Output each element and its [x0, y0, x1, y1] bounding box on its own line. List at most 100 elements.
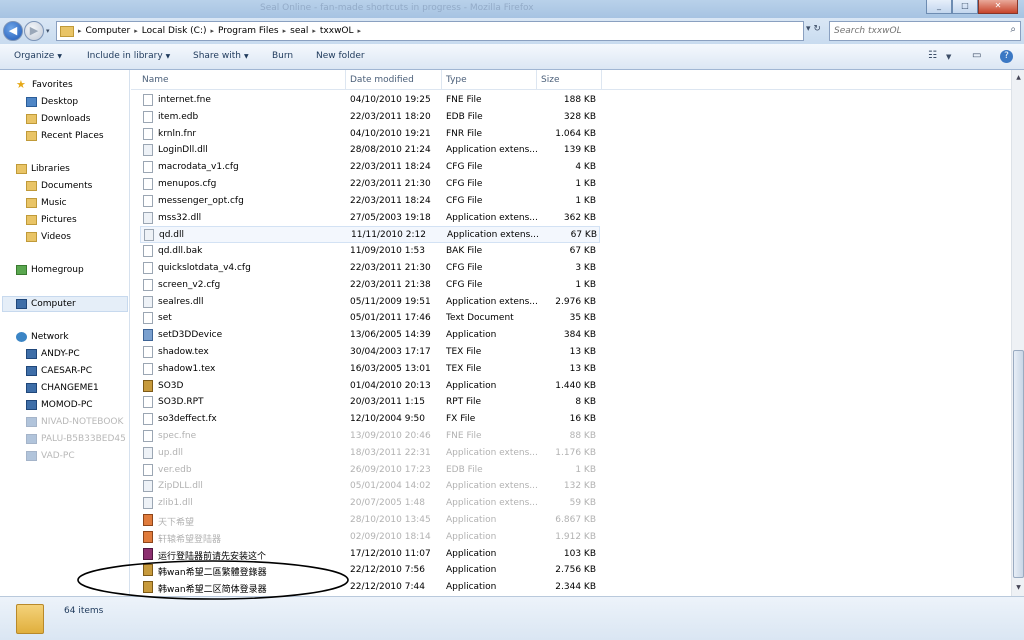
- search-input[interactable]: [834, 24, 994, 38]
- file-row[interactable]: shadow1.tex 16/03/2005 13:01 TEX File 13 KB: [140, 361, 600, 378]
- include-in-library-button[interactable]: Include in library ▼: [87, 51, 170, 61]
- file-row[interactable]: 轩辕希望登陆器 02/09/2010 18:14 Application 1.912 …: [140, 529, 600, 546]
- nav-network-host[interactable]: MOMOD-PC: [26, 400, 93, 410]
- nav-network[interactable]: Network: [16, 332, 69, 342]
- new-folder-button[interactable]: New folder: [316, 51, 365, 61]
- nav-computer[interactable]: Computer: [16, 299, 76, 309]
- burn-button[interactable]: Burn: [272, 51, 293, 61]
- nav-network-host[interactable]: CHANGEME1: [26, 383, 99, 393]
- column-header-name[interactable]: Name: [142, 75, 169, 85]
- breadcrumb-separator[interactable]: ▸: [358, 27, 362, 35]
- share-with-button[interactable]: Share with ▼: [193, 51, 249, 61]
- dll-file-icon: [143, 446, 153, 459]
- nav-recent-places[interactable]: Recent Places: [26, 131, 104, 141]
- search-icon[interactable]: ⌕: [1010, 24, 1016, 35]
- help-icon[interactable]: ?: [1000, 50, 1013, 63]
- file-row[interactable]: zlib1.dll 20/07/2005 1:48 Application exte…: [140, 495, 600, 512]
- file-row[interactable]: ver.edb 26/09/2010 17:23 EDB File 1 KB: [140, 462, 600, 479]
- column-header-date[interactable]: Date modified: [350, 75, 414, 85]
- preview-pane-icon[interactable]: ▭: [972, 50, 981, 61]
- file-row[interactable]: LoginDll.dll 28/08/2010 21:24 Application …: [140, 142, 600, 159]
- nav-network-host[interactable]: VAD-PC: [26, 451, 75, 461]
- file-size: 1 KB: [575, 279, 596, 290]
- file-row[interactable]: 韩wan希望二区简体登录器 22/12/2010 7:44 Application 2…: [140, 579, 600, 596]
- column-header-type[interactable]: Type: [446, 75, 467, 85]
- file-row[interactable]: ZipDLL.dll 05/01/2004 14:02 Application ex…: [140, 478, 600, 495]
- file-row[interactable]: SO3D.RPT 20/03/2011 1:15 RPT File 8 KB: [140, 394, 600, 411]
- minimize-button[interactable]: _: [926, 0, 952, 14]
- maximize-button[interactable]: □: [952, 0, 978, 14]
- back-button[interactable]: ◀: [3, 21, 23, 41]
- file-row[interactable]: item.edb 22/03/2011 18:20 EDB File 328 KB: [140, 109, 600, 126]
- file-row[interactable]: macrodata_v1.cfg 22/03/2011 18:24 CFG File…: [140, 159, 600, 176]
- scroll-up-icon[interactable]: ▲: [1013, 72, 1024, 84]
- close-button[interactable]: ✕: [978, 0, 1018, 14]
- chevron-down-icon: ▼: [243, 53, 249, 60]
- file-date-modified: 20/03/2011 1:15: [350, 397, 425, 408]
- forward-button[interactable]: ▶: [24, 21, 44, 41]
- documents-icon: [26, 181, 37, 191]
- file-row[interactable]: 天下希望 28/10/2010 13:45 Application 6.867 KB: [140, 512, 600, 529]
- file-row[interactable]: screen_v2.cfg 22/03/2011 21:38 CFG File 1 K…: [140, 277, 600, 294]
- nav-documents[interactable]: Documents: [26, 181, 92, 191]
- file-row[interactable]: 韩wan希望二區繁體登錄器 22/12/2010 7:56 Application 2…: [140, 562, 600, 579]
- computer-icon: [26, 366, 37, 376]
- nav-network-host[interactable]: ANDY-PC: [26, 349, 80, 359]
- file-name: LoginDll.dll: [158, 145, 208, 156]
- file-date-modified: 12/10/2004 9:50: [350, 414, 425, 425]
- file-size: 6.867 KB: [555, 515, 596, 525]
- scroll-down-icon[interactable]: ▼: [1013, 582, 1024, 594]
- address-dropdown-icon[interactable]: ▾: [806, 24, 811, 34]
- file-row[interactable]: krnln.fnr 04/10/2010 19:21 FNR File 1.064 K…: [140, 126, 600, 143]
- file-date-modified: 20/07/2005 1:48: [350, 498, 425, 509]
- file-row[interactable]: so3deffect.fx 12/10/2004 9:50 FX File 16 KB: [140, 411, 600, 428]
- file-row[interactable]: spec.fne 13/09/2010 20:46 FNE File 88 KB: [140, 428, 600, 445]
- breadcrumb-computer[interactable]: Computer: [82, 26, 135, 36]
- nav-music[interactable]: Music: [26, 198, 67, 208]
- views-dropdown-icon[interactable]: ▼: [946, 53, 951, 61]
- search-box[interactable]: ⌕: [829, 21, 1021, 41]
- nav-videos[interactable]: Videos: [26, 232, 71, 242]
- file-name: 轩辕希望登陆器: [158, 534, 222, 545]
- file-row[interactable]: mss32.dll 27/05/2003 19:18 Application ext…: [140, 210, 600, 227]
- views-icon[interactable]: ☷: [928, 50, 937, 61]
- file-row[interactable]: messenger_opt.cfg 22/03/2011 18:24 CFG Fil…: [140, 193, 600, 210]
- address-bar[interactable]: ▸ Computer ▸ Local Disk (C:) ▸ Program F…: [56, 21, 804, 41]
- nav-libraries[interactable]: Libraries: [16, 164, 70, 174]
- nav-downloads[interactable]: Downloads: [26, 114, 90, 124]
- vertical-scrollbar[interactable]: ▲ ▼: [1011, 70, 1024, 596]
- column-header-size[interactable]: Size: [541, 75, 559, 85]
- file-row[interactable]: 运行登陆器前请先安装这个 17/12/2010 11:07 Application 1…: [140, 546, 600, 563]
- file-row[interactable]: shadow.tex 30/04/2003 17:17 TEX File 13 KB: [140, 344, 600, 361]
- breadcrumb-seal[interactable]: seal: [286, 26, 312, 36]
- file-row[interactable]: SO3D 01/04/2010 20:13 Application 1.440 KB: [140, 378, 600, 395]
- nav-pictures[interactable]: Pictures: [26, 215, 77, 225]
- file-name: messenger_opt.cfg: [158, 195, 244, 206]
- file-row[interactable]: up.dll 18/03/2011 22:31 Application extens…: [140, 445, 600, 462]
- file-row[interactable]: set 05/01/2011 17:46 Text Document 35 KB: [140, 310, 600, 327]
- nav-favorites[interactable]: ★ Favorites: [16, 79, 73, 90]
- nav-network-host[interactable]: CAESAR-PC: [26, 366, 92, 376]
- file-type: FX File: [446, 414, 476, 425]
- breadcrumb-txxwol[interactable]: txxwOL: [316, 26, 358, 36]
- breadcrumb-local-disk[interactable]: Local Disk (C:): [138, 26, 211, 36]
- file-row[interactable]: setD3DDevice 13/06/2005 14:39 Application 3…: [140, 327, 600, 344]
- file-name: set: [158, 313, 172, 324]
- breadcrumb-program-files[interactable]: Program Files: [214, 26, 283, 36]
- file-row[interactable]: sealres.dll 05/11/2009 19:51 Application e…: [140, 294, 600, 311]
- file-date-modified: 04/10/2010 19:21: [350, 128, 431, 139]
- file-row[interactable]: quickslotdata_v4.cfg 22/03/2011 21:30 CFG …: [140, 260, 600, 277]
- file-row[interactable]: menupos.cfg 22/03/2011 21:30 CFG File 1 KB: [140, 176, 600, 193]
- nav-desktop[interactable]: Desktop: [26, 97, 78, 107]
- history-dropdown-icon[interactable]: ▾: [46, 27, 50, 35]
- organize-button[interactable]: Organize ▼: [14, 51, 62, 61]
- file-row[interactable]: internet.fne 04/10/2010 19:25 FNE File 188 …: [140, 92, 600, 109]
- nav-network-host[interactable]: PALU-B5B33BED45: [26, 434, 126, 444]
- file-row[interactable]: qd.dll.bak 11/09/2010 1:53 BAK File 67 KB: [140, 243, 600, 260]
- scroll-thumb[interactable]: [1013, 350, 1024, 578]
- computer-icon: [16, 299, 27, 309]
- refresh-icon[interactable]: ↻: [813, 24, 821, 34]
- nav-network-host[interactable]: NIVAD-NOTEBOOK: [26, 417, 123, 427]
- nav-homegroup[interactable]: Homegroup: [16, 265, 84, 275]
- file-row[interactable]: qd.dll 11/11/2010 2:12 Application extens.…: [140, 226, 600, 244]
